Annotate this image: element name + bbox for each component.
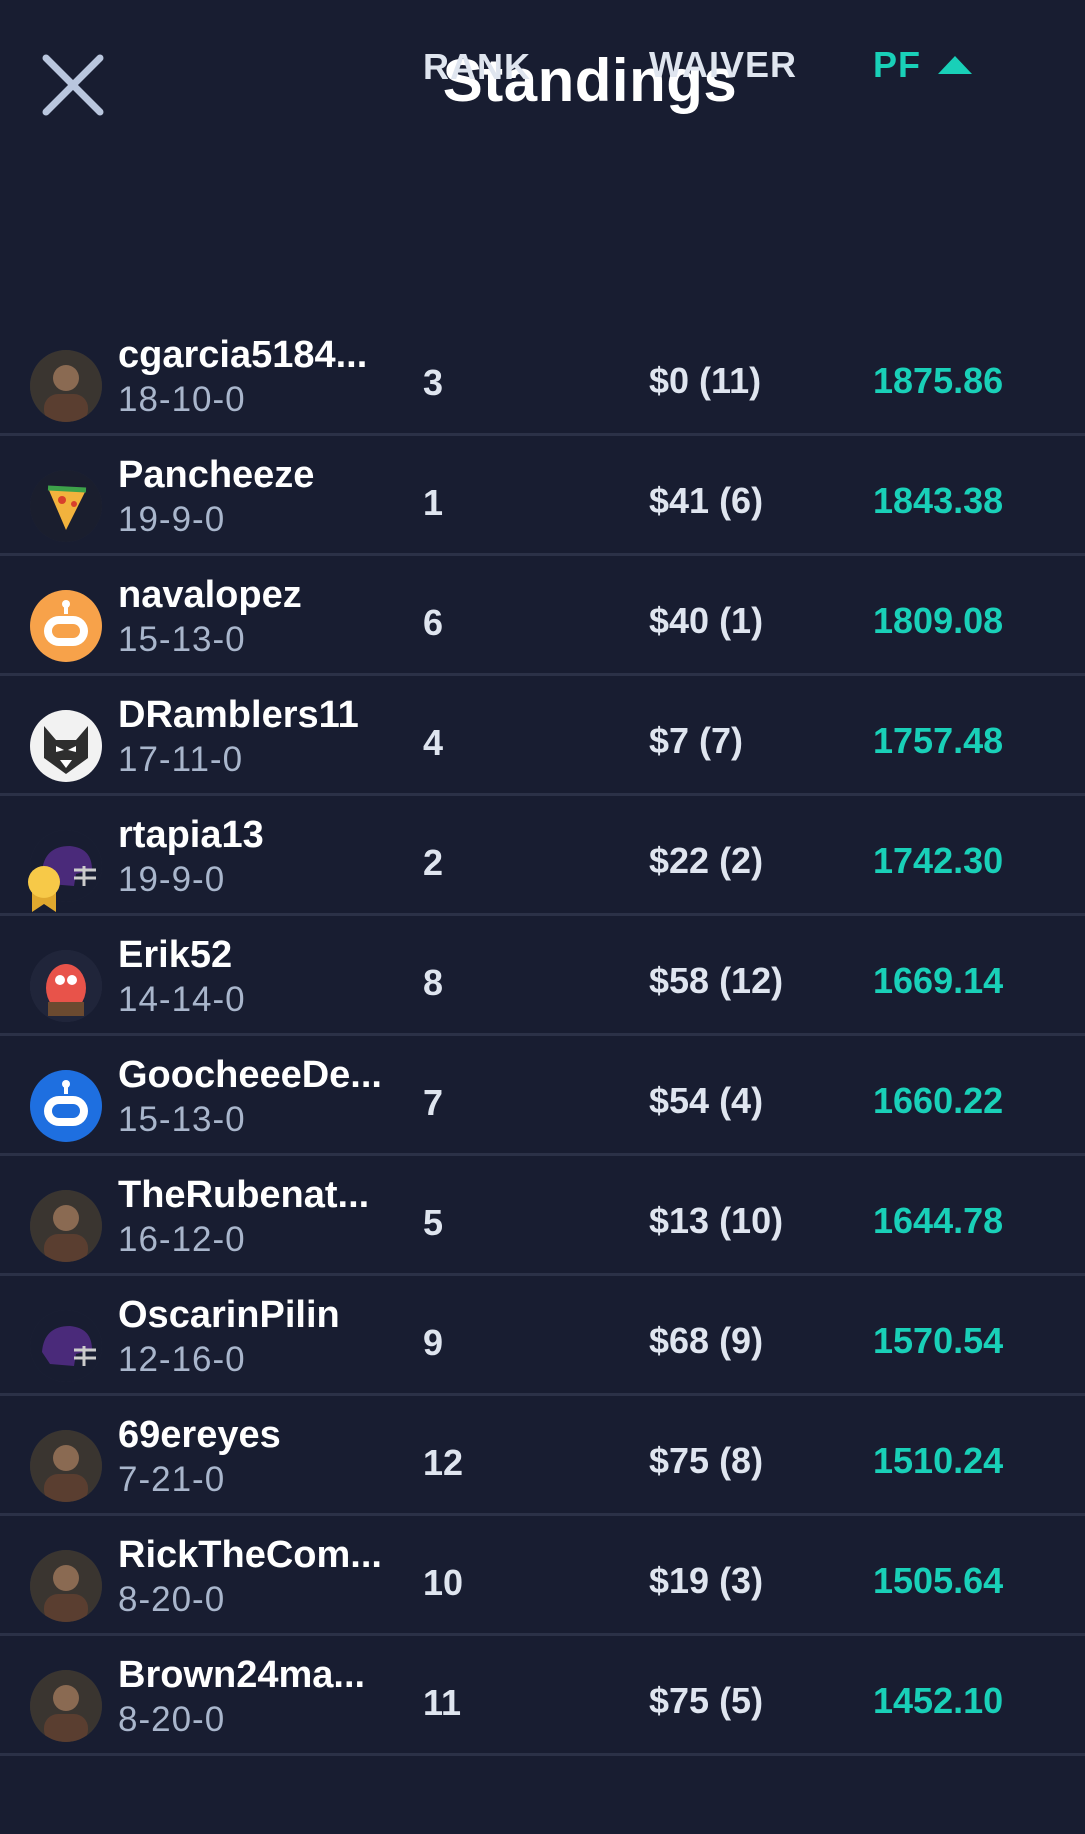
- team-points-for: 1660.22: [873, 1080, 1004, 1121]
- avatar: [30, 350, 102, 422]
- team-record: 17-11-0: [118, 740, 244, 779]
- team-rank: 5: [423, 1202, 444, 1243]
- team-record: 8-20-0: [118, 1700, 226, 1739]
- team-name: TheRubenat...: [118, 1174, 370, 1216]
- team-waiver: $68 (9): [649, 1320, 764, 1361]
- team-rank: 1: [423, 482, 444, 523]
- sort-ascending-icon: [938, 56, 973, 74]
- team-waiver: $13 (10): [649, 1200, 784, 1241]
- team-rank: 8: [423, 962, 444, 1003]
- team-points-for: 1809.08: [873, 600, 1004, 641]
- team-name: rtapia13: [118, 814, 264, 856]
- team-waiver: $19 (3): [649, 1560, 764, 1601]
- table-row[interactable]: DRamblers11 17-11-0 4 $7 (7) 1757.48: [0, 676, 1085, 796]
- team-name: OscarinPilin: [118, 1294, 340, 1336]
- table-row[interactable]: GoocheeeDe... 15-13-0 7 $54 (4) 1660.22: [0, 1036, 1085, 1156]
- team-points-for: 1505.64: [873, 1560, 1004, 1601]
- table-row[interactable]: rtapia13 19-9-0 2 $22 (2) 1742.30: [0, 796, 1085, 916]
- team-waiver: $40 (1): [649, 600, 764, 641]
- table-row[interactable]: Brown24ma... 8-20-0 11 $75 (5) 1452.10: [0, 1636, 1085, 1756]
- team-name: Erik52: [118, 934, 233, 976]
- team-name: navalopez: [118, 574, 302, 616]
- team-points-for: 1669.14: [873, 960, 1004, 1001]
- team-record: 7-21-0: [118, 1460, 226, 1499]
- team-points-for: 1452.10: [873, 1680, 1004, 1721]
- team-rank: 11: [423, 1682, 462, 1723]
- team-waiver: $7 (7): [649, 720, 744, 761]
- table-row[interactable]: navalopez 15-13-0 6 $40 (1) 1809.08: [0, 556, 1085, 676]
- avatar: [30, 1670, 102, 1742]
- team-waiver: $58 (12): [649, 960, 784, 1001]
- team-rank: 12: [423, 1442, 464, 1483]
- column-header-pf-label: PF: [873, 44, 922, 85]
- team-points-for: 1570.54: [873, 1320, 1004, 1361]
- team-waiver: $41 (6): [649, 480, 764, 521]
- team-rank: 6: [423, 602, 444, 643]
- team-rank: 9: [423, 1322, 444, 1363]
- avatar: [30, 1190, 102, 1262]
- avatar: [30, 1070, 102, 1142]
- team-name: RickTheCom...: [118, 1534, 382, 1576]
- team-waiver: $54 (4): [649, 1080, 764, 1121]
- team-rank: 7: [423, 1082, 444, 1123]
- table-row[interactable]: Erik52 14-14-0 8 $58 (12) 1669.14: [0, 916, 1085, 1036]
- team-points-for: 1742.30: [873, 840, 1004, 881]
- team-record: 19-9-0: [118, 860, 226, 899]
- team-rank: 10: [423, 1562, 464, 1603]
- team-record: 8-20-0: [118, 1580, 226, 1619]
- avatar: [30, 710, 102, 782]
- standings-list: cgarcia5184... 18-10-0 3 $0 (11) 1875.86 Panc…: [0, 316, 1085, 1756]
- table-row[interactable]: TheRubenat... 16-12-0 5 $13 (10) 1644.78: [0, 1156, 1085, 1276]
- avatar: [30, 470, 102, 542]
- team-points-for: 1510.24: [873, 1440, 1004, 1481]
- team-record: 15-13-0: [118, 620, 246, 659]
- team-name: cgarcia5184...: [118, 334, 368, 376]
- team-record: 14-14-0: [118, 980, 246, 1019]
- team-points-for: 1875.86: [873, 360, 1004, 401]
- team-rank: 2: [423, 842, 444, 883]
- table-row[interactable]: RickTheCom... 8-20-0 10 $19 (3) 1505.64: [0, 1516, 1085, 1636]
- ribbon-badge-icon: [24, 864, 64, 914]
- team-record: 18-10-0: [118, 380, 246, 419]
- team-record: 12-16-0: [118, 1340, 246, 1379]
- team-points-for: 1843.38: [873, 480, 1004, 521]
- avatar: [30, 1310, 102, 1382]
- column-header-rank[interactable]: RANK: [423, 46, 531, 88]
- team-waiver: $75 (8): [649, 1440, 764, 1481]
- team-name: Pancheeze: [118, 454, 315, 496]
- team-name: GoocheeeDe...: [118, 1054, 382, 1096]
- column-header-pf[interactable]: PF: [873, 44, 973, 86]
- team-rank: 4: [423, 722, 444, 763]
- team-name: DRamblers11: [118, 694, 359, 736]
- table-row[interactable]: cgarcia5184... 18-10-0 3 $0 (11) 1875.86: [0, 316, 1085, 436]
- team-record: 19-9-0: [118, 500, 226, 539]
- table-row[interactable]: Pancheeze 19-9-0 1 $41 (6) 1843.38: [0, 436, 1085, 556]
- column-header-waiver[interactable]: WAIVER: [649, 44, 797, 86]
- avatar: [30, 590, 102, 662]
- avatar: [30, 1430, 102, 1502]
- team-rank: 3: [423, 362, 444, 403]
- team-record: 15-13-0: [118, 1100, 246, 1139]
- avatar: [30, 950, 102, 1022]
- avatar: [30, 1550, 102, 1622]
- team-name: 69ereyes: [118, 1414, 281, 1456]
- team-points-for: 1644.78: [873, 1200, 1004, 1241]
- team-name: Brown24ma...: [118, 1654, 366, 1696]
- team-points-for: 1757.48: [873, 720, 1004, 761]
- table-row[interactable]: 69ereyes 7-21-0 12 $75 (8) 1510.24: [0, 1396, 1085, 1516]
- team-waiver: $22 (2): [649, 840, 764, 881]
- team-waiver: $75 (5): [649, 1680, 764, 1721]
- team-record: 16-12-0: [118, 1220, 246, 1259]
- team-waiver: $0 (11): [649, 360, 762, 401]
- table-row[interactable]: OscarinPilin 12-16-0 9 $68 (9) 1570.54: [0, 1276, 1085, 1396]
